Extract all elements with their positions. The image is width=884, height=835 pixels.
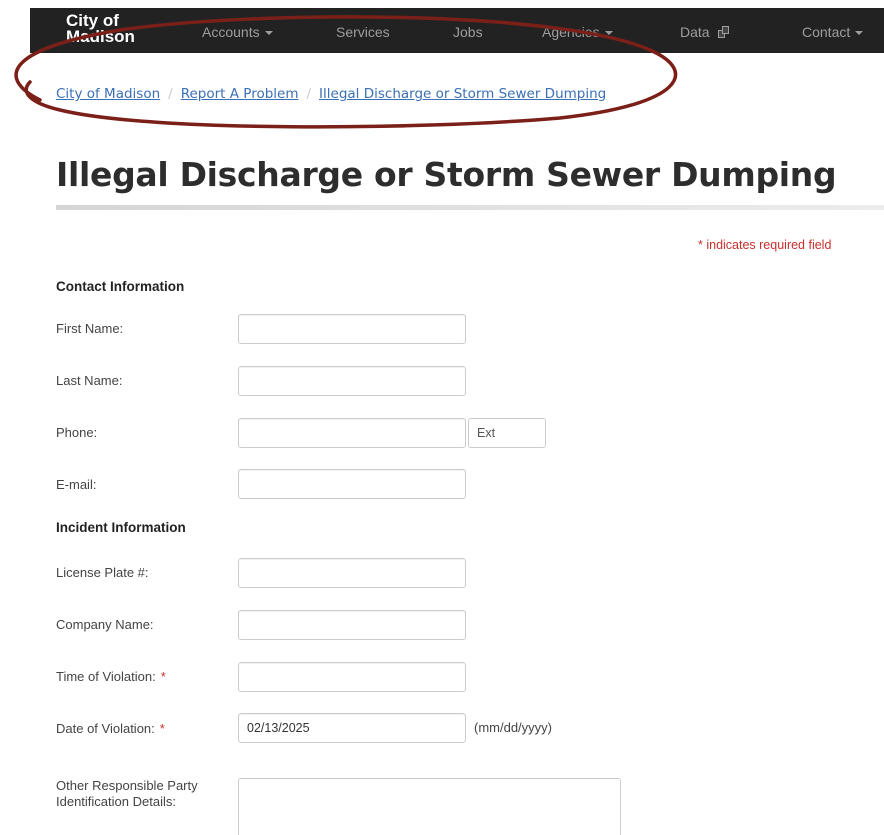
nav-accounts[interactable]: Accounts	[202, 24, 273, 40]
phone-ext-input[interactable]	[468, 418, 546, 448]
section-contact-information: Contact Information	[56, 279, 185, 294]
nav-data-label: Data	[680, 24, 710, 40]
nav-jobs[interactable]: Jobs	[453, 24, 483, 40]
company-name-input[interactable]	[238, 610, 466, 640]
nav-accounts-label: Accounts	[202, 24, 260, 40]
caret-down-icon	[264, 31, 273, 36]
license-plate-input[interactable]	[238, 558, 466, 588]
nav-services[interactable]: Services	[336, 24, 390, 40]
data-icon	[717, 26, 730, 38]
email-input[interactable]	[238, 469, 466, 499]
email-label: E-mail:	[56, 477, 97, 492]
breadcrumb-separator: /	[168, 86, 173, 102]
required-field-note: * indicates required field	[698, 238, 832, 252]
brand-line-2: Madison	[66, 27, 135, 46]
caret-down-icon	[604, 31, 613, 36]
other-party-label: Other Responsible Party Identification D…	[56, 778, 198, 810]
nav-contact-label: Contact	[802, 24, 851, 40]
date-of-violation-label: Date of Violation: *	[56, 721, 165, 737]
nav-agencies[interactable]: Agencies	[542, 24, 613, 40]
breadcrumb-separator: /	[306, 86, 312, 102]
breadcrumb-current[interactable]: Illegal Discharge or Storm Sewer Dumping	[319, 86, 606, 102]
required-star: *	[160, 669, 166, 684]
nav-agencies-label: Agencies	[542, 24, 600, 40]
caret-down-icon	[855, 31, 864, 36]
phone-input[interactable]	[238, 418, 466, 448]
nav-data[interactable]: Data	[680, 24, 730, 40]
breadcrumb-report-a-problem[interactable]: Report A Problem	[181, 86, 299, 102]
section-incident-information: Incident Information	[56, 520, 186, 535]
first-name-label: First Name:	[56, 321, 124, 336]
last-name-input[interactable]	[238, 366, 466, 396]
nav-services-label: Services	[336, 24, 390, 40]
title-divider	[56, 205, 884, 210]
breadcrumb: City of Madison / Report A Problem / Illegal…	[56, 86, 606, 102]
phone-label: Phone:	[56, 425, 98, 440]
last-name-label: Last Name:	[56, 373, 123, 388]
brand-logo[interactable]: City of Madison	[66, 12, 135, 46]
other-party-textarea[interactable]	[238, 778, 621, 835]
time-of-violation-label-text: Time of Violation:	[56, 669, 156, 684]
required-star: *	[159, 721, 165, 736]
nav-jobs-label: Jobs	[453, 24, 483, 40]
date-of-violation-input[interactable]	[238, 713, 466, 743]
other-party-label-line-1: Other Responsible Party	[56, 778, 198, 793]
license-plate-label: License Plate #:	[56, 565, 149, 580]
time-of-violation-label: Time of Violation: *	[56, 669, 166, 685]
first-name-input[interactable]	[238, 314, 466, 344]
page-title: Illegal Discharge or Storm Sewer Dumping	[56, 155, 837, 194]
date-format-hint: (mm/dd/yyyy)	[474, 720, 552, 735]
nav-contact[interactable]: Contact	[802, 24, 864, 40]
date-of-violation-label-text: Date of Violation:	[56, 721, 155, 736]
other-party-label-line-2: Identification Details:	[56, 794, 176, 809]
time-of-violation-input[interactable]	[238, 662, 466, 692]
top-navbar: City of Madison Accounts Services Jobs A…	[30, 8, 884, 53]
breadcrumb-home[interactable]: City of Madison	[56, 86, 160, 102]
company-name-label: Company Name:	[56, 617, 154, 632]
